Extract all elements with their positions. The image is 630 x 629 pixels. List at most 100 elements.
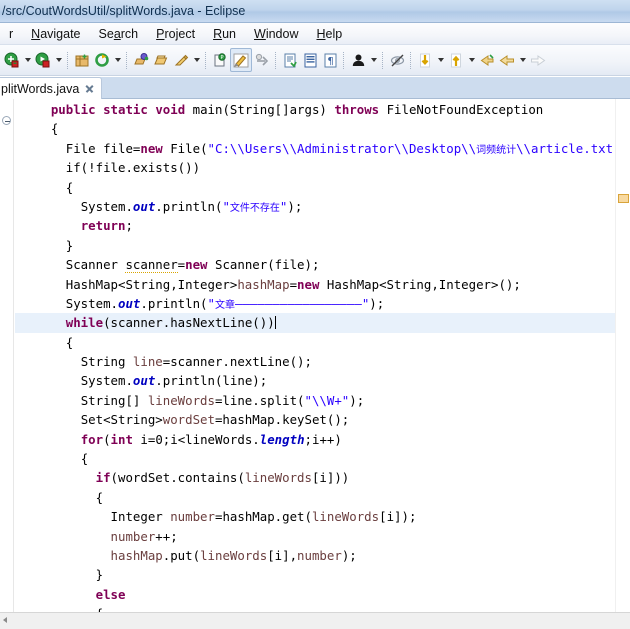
previous-annotation-icon[interactable]: [446, 49, 466, 71]
code-token: System.: [65, 295, 118, 311]
code-line[interactable]: HashMap<String,Integer>hashMap=new HashM…: [15, 275, 615, 294]
code-line[interactable]: if(!file.exists()): [15, 158, 615, 177]
code-line[interactable]: else: [15, 585, 615, 604]
pilcrow-icon[interactable]: ¶: [320, 49, 340, 71]
code-token: }: [95, 567, 104, 583]
close-icon[interactable]: [84, 83, 95, 94]
back-dropdown-arrow[interactable]: [517, 49, 528, 71]
refresh-icon[interactable]: [92, 49, 112, 71]
menu-item-project[interactable]: Project: [147, 25, 204, 43]
code-line[interactable]: public static void main(String[]args) th…: [15, 100, 615, 119]
code-line[interactable]: }: [15, 236, 615, 255]
separator-4: [275, 51, 277, 69]
tab-splitwords-java[interactable]: plitWords.java: [0, 77, 103, 99]
code-fold-collapse-icon[interactable]: [2, 116, 11, 125]
code-line[interactable]: {: [15, 178, 615, 197]
code-line[interactable]: if(wordSet.contains(lineWords[i])): [15, 468, 615, 487]
menu-item-file-partial[interactable]: r: [0, 25, 22, 43]
run-dropdown-arrow[interactable]: [191, 49, 202, 71]
code-line[interactable]: System.out.println(line);: [15, 371, 615, 390]
open-task-icon[interactable]: [280, 49, 300, 71]
menu-item-help[interactable]: Help: [307, 25, 351, 43]
scrollbar-track[interactable]: [0, 613, 630, 629]
code-line[interactable]: {: [15, 604, 615, 612]
code-line[interactable]: System.out.println("文件不存在");: [15, 197, 615, 216]
source-code-view[interactable]: public static void main(String[]args) th…: [15, 99, 615, 612]
code-token: wordSet: [162, 412, 215, 428]
code-token: {: [50, 121, 59, 137]
code-line[interactable]: hashMap.put(lineWords[i],number);: [15, 546, 615, 565]
code-line[interactable]: File file=new File("C:\\Users\\Administr…: [15, 139, 615, 158]
code-token: HashMap<String,Integer>: [65, 276, 238, 292]
code-token: );: [341, 547, 357, 563]
code-token: );: [349, 392, 365, 408]
previous-dropdown-arrow[interactable]: [466, 49, 477, 71]
scroll-left-arrow-icon[interactable]: [3, 617, 7, 623]
skip-breakpoints-icon[interactable]: [252, 49, 272, 71]
code-line[interactable]: String line=scanner.nextLine();: [15, 352, 615, 371]
title-bar: /src/CoutWordsUtil/splitWords.java - Ecl…: [0, 0, 630, 23]
separator-3: [205, 51, 207, 69]
code-token: =hashMap.keySet();: [214, 412, 350, 428]
open-resource-icon[interactable]: [300, 49, 320, 71]
code-token: File file=: [65, 140, 141, 156]
code-line[interactable]: while(scanner.hasNextLine()): [15, 313, 615, 333]
code-token: ": [207, 295, 215, 311]
refresh-dropdown-arrow[interactable]: [112, 49, 123, 71]
code-token: ;: [125, 218, 133, 234]
code-token: lineWords: [200, 547, 268, 563]
code-line[interactable]: {: [15, 488, 615, 507]
code-line[interactable]: String[] lineWords=line.split("\\W+");: [15, 391, 615, 410]
menu-item-window[interactable]: Window: [245, 25, 307, 43]
code-token: out: [117, 295, 141, 311]
separator-6: [382, 51, 384, 69]
menu-item-search[interactable]: Search: [90, 25, 148, 43]
external-tools-icon[interactable]: [171, 49, 191, 71]
code-line[interactable]: {: [15, 449, 615, 468]
new-dropdown-arrow[interactable]: [22, 49, 33, 71]
code-token: =scanner.nextLine();: [162, 354, 312, 370]
code-line[interactable]: for(int i=0;i<lineWords.length;i++): [15, 430, 615, 449]
hide-annotations-icon[interactable]: [387, 49, 407, 71]
user-icon[interactable]: [348, 49, 368, 71]
overview-warning-marker[interactable]: [618, 194, 629, 203]
forward-icon[interactable]: [528, 49, 548, 71]
next-annotation-icon[interactable]: [415, 49, 435, 71]
class-dropdown-arrow[interactable]: [53, 49, 64, 71]
run-icon[interactable]: [151, 49, 171, 71]
code-line[interactable]: return;: [15, 216, 615, 235]
code-token: (wordSet.contains(: [110, 470, 245, 486]
code-token: i=0;i<lineWords.: [132, 431, 260, 447]
code-line[interactable]: }: [15, 565, 615, 584]
debug-icon[interactable]: [131, 49, 151, 71]
code-token: else: [95, 586, 126, 602]
code-line[interactable]: {: [15, 333, 615, 352]
code-line[interactable]: Integer number=hashMap.get(lineWords[i])…: [15, 507, 615, 526]
new-java-class-icon[interactable]: [33, 49, 53, 71]
code-token: —————————————————: [234, 295, 362, 311]
code-line[interactable]: {: [15, 119, 615, 138]
editor-gutter[interactable]: [0, 99, 15, 612]
next-dropdown-arrow[interactable]: [435, 49, 446, 71]
code-line[interactable]: System.out.println("文章—————————————————"…: [15, 294, 615, 313]
gutter-separator-line: [13, 99, 14, 612]
package-icon[interactable]: [72, 49, 92, 71]
back-icon[interactable]: [497, 49, 517, 71]
user-dropdown-arrow[interactable]: [368, 49, 379, 71]
edit-highlight-icon[interactable]: [230, 48, 252, 72]
code-token: File(: [162, 140, 208, 156]
code-token: .println(line);: [155, 373, 268, 389]
menu-item-run[interactable]: Run: [204, 25, 245, 43]
overview-ruler[interactable]: [615, 99, 630, 612]
horizontal-scrollbar[interactable]: [0, 612, 630, 629]
new-java-project-icon[interactable]: [2, 49, 22, 71]
code-token: throws: [334, 102, 380, 117]
menu-item-navigate[interactable]: Navigate: [22, 25, 89, 43]
last-edit-location-icon[interactable]: [477, 49, 497, 71]
code-line[interactable]: number++;: [15, 527, 615, 546]
code-token: [i],: [267, 547, 298, 563]
code-line[interactable]: Set<String>wordSet=hashMap.keySet();: [15, 410, 615, 429]
code-line[interactable]: Scanner scanner=new Scanner(file);: [15, 255, 615, 274]
new-java-package-icon[interactable]: P: [210, 49, 230, 71]
code-token: );: [369, 295, 385, 311]
